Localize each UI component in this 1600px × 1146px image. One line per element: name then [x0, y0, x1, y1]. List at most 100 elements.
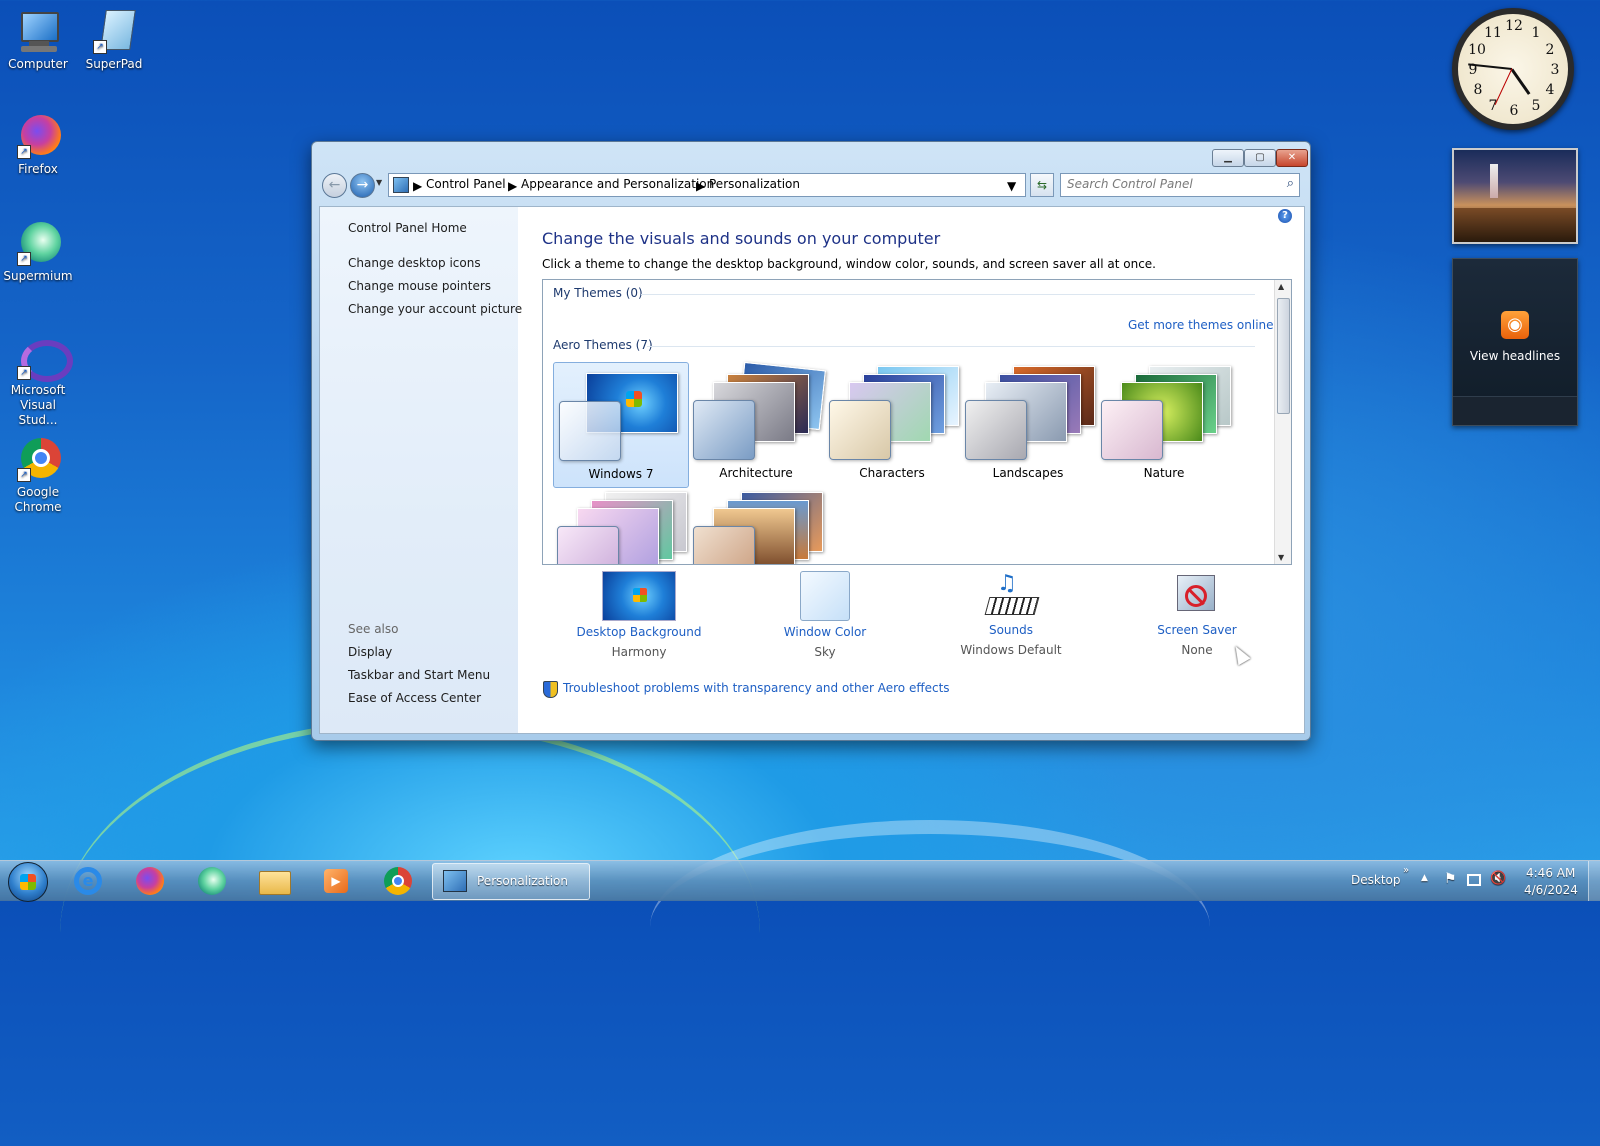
breadcrumb-separator-icon: ▶	[508, 179, 518, 193]
show-desktop-button[interactable]	[1588, 861, 1600, 901]
clock-date[interactable]: 4/6/2024	[1524, 883, 1578, 897]
clock-hour-hand	[1510, 68, 1531, 95]
taskbar-personalization-task[interactable]: Personalization	[432, 863, 590, 900]
show-hidden-icons-icon[interactable]: ▲	[1421, 873, 1428, 883]
close-button[interactable]: ✕	[1276, 149, 1308, 167]
desktop-icon-firefox[interactable]: ↗ Firefox	[0, 115, 76, 177]
scroll-thumb[interactable]	[1277, 298, 1290, 414]
firefox-icon: ↗	[15, 115, 61, 159]
clock-gadget[interactable]: 12 1 2 3 4 5 6 7 8 9 10 11	[1452, 8, 1574, 130]
feed-headlines-gadget[interactable]: ◉ View headlines	[1452, 258, 1578, 426]
action-center-flag-icon[interactable]: ⚑	[1444, 871, 1457, 887]
start-button[interactable]	[8, 862, 48, 902]
window-color-value: Sky	[814, 645, 836, 659]
shortcut-arrow-icon: ↗	[17, 366, 31, 380]
desktop-background-item[interactable]: Desktop Background Harmony	[564, 571, 714, 659]
taskbar-internet-explorer[interactable]: e	[72, 865, 104, 897]
personalization-window[interactable]: ▁ ▢ ✕ ← → ▼ ▶ Control Panel ▶ Appearance…	[311, 141, 1311, 741]
desktop-icon-label: Visual Stud...	[18, 398, 58, 427]
left-pane: Control Panel Home Change desktop icons …	[320, 207, 522, 733]
recent-pages-dropdown[interactable]: ▼	[376, 178, 382, 187]
get-more-themes-link[interactable]: Get more themes online	[1128, 318, 1274, 332]
refresh-button[interactable]: ⇆	[1030, 173, 1054, 197]
firefox-icon	[136, 867, 164, 895]
desktop-icon-superpad[interactable]: ↗ SuperPad	[76, 10, 152, 72]
theme-characters[interactable]: Characters	[825, 362, 959, 486]
theme-landscapes[interactable]: Landscapes	[961, 362, 1095, 486]
themes-list[interactable]: My Themes (0) Get more themes online Aer…	[542, 279, 1292, 565]
theme-united-states[interactable]	[689, 488, 823, 564]
sounds-link[interactable]: Sounds	[936, 623, 1086, 637]
screen-saver-link[interactable]: Screen Saver	[1122, 623, 1272, 637]
desktop-icon-label: Firefox	[18, 162, 58, 176]
screen-saver-item[interactable]: Screen Saver None	[1122, 571, 1272, 657]
desktop-icon-visual-studio[interactable]: ↗ Microsoft Visual Stud...	[0, 336, 76, 428]
chrome-icon: ↗	[15, 438, 61, 482]
taskbar-file-explorer[interactable]	[258, 865, 291, 897]
windows-logo-icon	[20, 874, 36, 890]
view-headlines-link[interactable]: View headlines	[1453, 349, 1577, 363]
theme-label: Characters	[859, 466, 925, 480]
themes-scrollbar[interactable]: ▲ ▼	[1274, 280, 1291, 564]
window-color-item[interactable]: Window Color Sky	[750, 571, 900, 659]
help-icon[interactable]: ?	[1278, 209, 1292, 223]
desktop-icon-label: Microsoft	[10, 383, 66, 397]
clock-face: 12 1 2 3 4 5 6 7 8 9 10 11	[1458, 14, 1568, 124]
shortcut-arrow-icon: ↗	[17, 468, 31, 482]
taskbar-firefox[interactable]	[134, 865, 166, 897]
search-icon[interactable]: ⌕	[1287, 176, 1294, 191]
task-label: Personalization	[477, 874, 568, 888]
window-color-icon	[800, 571, 850, 621]
toolbar-chevron-icon[interactable]: »	[1403, 865, 1409, 876]
media-player-icon: ▶	[324, 869, 348, 893]
taskbar-google-chrome[interactable]	[382, 865, 414, 897]
slideshow-gadget[interactable]	[1452, 148, 1578, 244]
back-button[interactable]: ←	[322, 173, 347, 198]
search-input[interactable]: Search Control Panel	[1067, 177, 1193, 191]
troubleshoot-aero-link[interactable]: Troubleshoot problems with transparency …	[563, 681, 950, 695]
desktop-toolbar-label[interactable]: Desktop	[1351, 873, 1401, 887]
change-mouse-pointers-link[interactable]: Change mouse pointers	[348, 279, 491, 293]
scroll-down-arrow-icon[interactable]: ▼	[1278, 553, 1284, 562]
change-desktop-icons-link[interactable]: Change desktop icons	[348, 256, 481, 270]
screen-saver-icon	[1161, 571, 1233, 619]
network-icon[interactable]	[1467, 874, 1481, 886]
change-account-picture-link[interactable]: Change your account picture	[348, 302, 522, 316]
shortcut-arrow-icon: ↗	[17, 252, 31, 266]
sounds-icon: ♫	[975, 571, 1047, 619]
breadcrumb-appearance[interactable]: Appearance and Personalization	[521, 177, 714, 191]
maximize-button[interactable]: ▢	[1244, 149, 1276, 167]
theme-windows-7[interactable]: Windows 7	[553, 362, 689, 488]
search-box[interactable]: Search Control Panel ⌕	[1060, 173, 1300, 197]
my-themes-heading: My Themes (0)	[553, 286, 643, 300]
shortcut-arrow-icon: ↗	[93, 40, 107, 54]
desktop-icon-supermium[interactable]: ↗ Supermium	[0, 222, 76, 284]
address-dropdown-icon[interactable]: ▼	[1007, 179, 1016, 193]
taskbar-start-menu-link[interactable]: Taskbar and Start Menu	[348, 668, 490, 682]
forward-button[interactable]: →	[350, 173, 375, 198]
theme-architecture[interactable]: Architecture	[689, 361, 826, 486]
page-title: Change the visuals and sounds on your co…	[542, 229, 941, 248]
desktop-icon-label: SuperPad	[85, 57, 143, 71]
minimize-button[interactable]: ▁	[1212, 149, 1244, 167]
volume-muted-icon[interactable]: 🔇	[1490, 871, 1506, 886]
breadcrumb-personalization[interactable]: Personalization	[709, 177, 800, 191]
sounds-item[interactable]: ♫ Sounds Windows Default	[936, 571, 1086, 657]
shortcut-arrow-icon: ↗	[17, 145, 31, 159]
window-color-link[interactable]: Window Color	[750, 625, 900, 639]
display-link[interactable]: Display	[348, 645, 392, 659]
desktop-background-link[interactable]: Desktop Background	[564, 625, 714, 639]
theme-nature[interactable]: Nature	[1097, 362, 1231, 486]
control-panel-home-link[interactable]: Control Panel Home	[348, 221, 467, 235]
taskbar-media-player[interactable]: ▶	[320, 865, 352, 897]
address-bar[interactable]: ▶ Control Panel ▶ Appearance and Persona…	[388, 173, 1026, 197]
clock-time[interactable]: 4:46 AM	[1526, 866, 1575, 880]
desktop-icon-google-chrome[interactable]: ↗ Google Chrome	[0, 438, 76, 515]
breadcrumb-control-panel[interactable]: Control Panel	[426, 177, 506, 191]
ease-of-access-link[interactable]: Ease of Access Center	[348, 691, 481, 705]
scroll-up-arrow-icon[interactable]: ▲	[1278, 282, 1284, 291]
desktop-icon-computer[interactable]: Computer	[0, 10, 76, 72]
theme-scenes[interactable]	[553, 488, 687, 564]
rss-icon: ◉	[1501, 311, 1529, 339]
taskbar-supermium[interactable]	[196, 865, 228, 897]
